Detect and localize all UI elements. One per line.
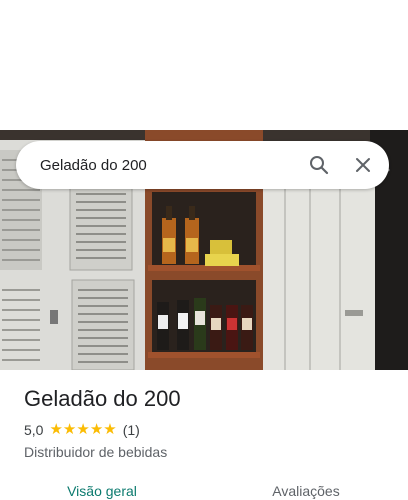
review-count[interactable]: (1) [123,422,140,438]
place-name: Geladão do 200 [24,386,181,411]
search-bar[interactable]: Geladão do 200 [16,141,389,189]
tab-overview[interactable]: Visão geral [0,475,204,500]
star-icon: ★ [49,421,63,438]
search-input[interactable]: Geladão do 200 [16,157,299,174]
star-icon: ★ [62,421,77,438]
rating-value: 5,0 [24,422,44,438]
star-icon: ★ [76,421,90,438]
close-icon [356,158,370,172]
place-category[interactable]: Distribuidor de bebidas [24,444,167,460]
star-icon: ★ [89,421,104,438]
star-icon: ★ [103,421,117,438]
rating-row: 5,0 ★ ★ ★ ★ ★ (1) [24,422,140,439]
search-button[interactable] [299,145,339,185]
star-rating: ★ ★ ★ ★ ★ [49,422,116,438]
search-icon [310,156,329,175]
tab-reviews[interactable]: Avaliações [204,475,408,500]
tab-bar: Visão geral Avaliações [0,475,408,500]
close-button[interactable] [343,145,383,185]
